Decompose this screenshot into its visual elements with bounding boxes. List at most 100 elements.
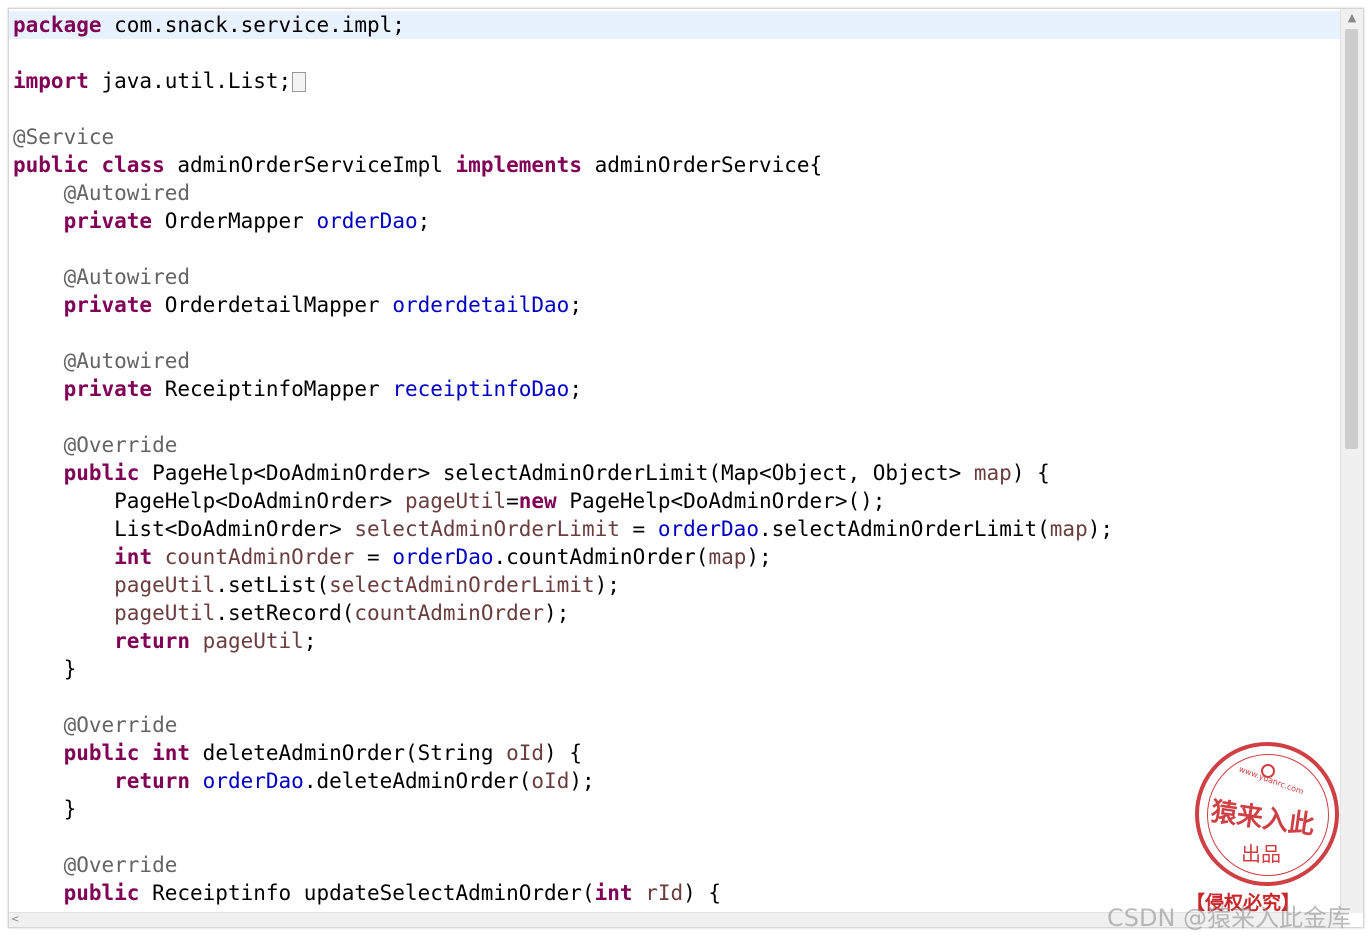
vertical-scrollbar-thumb[interactable]	[1345, 29, 1358, 449]
code-token: PageHelp<DoAdminOrder>	[13, 489, 405, 513]
code-line[interactable]	[9, 95, 1341, 123]
code-line[interactable]: PageHelp<DoAdminOrder> pageUtil=new Page…	[9, 487, 1341, 515]
code-token: pageUtil	[404, 489, 507, 513]
code-line[interactable]: @Autowired	[9, 347, 1341, 375]
folded-imports-marker-icon[interactable]	[292, 72, 307, 92]
code-token: orderDao	[657, 517, 759, 541]
code-token: int	[594, 881, 633, 905]
code-token: map	[1049, 517, 1088, 541]
code-token: );	[544, 601, 570, 625]
code-token: .deleteAdminOrder(	[303, 769, 532, 793]
code-line[interactable]: import java.util.List;	[9, 67, 1341, 95]
code-line[interactable]: }	[9, 795, 1341, 823]
code-line[interactable]	[9, 235, 1341, 263]
code-editor[interactable]: package com.snack.service.impl; import ja…	[9, 9, 1341, 913]
code-token: implements	[455, 153, 582, 177]
code-token: );	[746, 545, 772, 569]
code-token: .setList(	[215, 573, 330, 597]
vertical-scrollbar[interactable]: ▲	[1340, 9, 1363, 913]
code-line[interactable]	[9, 403, 1341, 431]
code-token: oId	[506, 741, 545, 765]
code-token: ) {	[544, 741, 582, 765]
code-token: countAdminOrder	[354, 601, 545, 625]
code-token: rId	[645, 881, 684, 905]
code-token: =	[619, 517, 658, 541]
code-line[interactable]: int countAdminOrder = orderDao.countAdmi…	[9, 543, 1341, 571]
code-line[interactable]: private OrderdetailMapper orderdetailDao…	[9, 291, 1341, 319]
code-token: public	[13, 153, 89, 177]
code-line[interactable]	[9, 39, 1341, 67]
csdn-watermark: CSDN @猿来入此金库	[1107, 904, 1352, 932]
code-line[interactable]: return orderDao.deleteAdminOrder(oId);	[9, 767, 1341, 795]
code-token: OrderdetailMapper	[152, 293, 393, 317]
code-line[interactable]: @Service	[9, 123, 1341, 151]
code-line[interactable]: public class adminOrderServiceImpl imple…	[9, 151, 1341, 179]
code-token: ;	[303, 629, 317, 653]
code-line[interactable]: pageUtil.setRecord(countAdminOrder);	[9, 599, 1341, 627]
scroll-up-arrow-icon[interactable]: ▲	[1341, 9, 1363, 27]
code-token: int	[152, 741, 191, 765]
code-token: }	[13, 657, 77, 681]
code-line[interactable]: package com.snack.service.impl;	[9, 11, 1341, 39]
code-token: int	[114, 545, 153, 569]
code-token: private	[63, 293, 153, 317]
code-token: java.util.List;	[88, 69, 292, 93]
code-token: ;	[417, 209, 431, 233]
code-editor-window: package com.snack.service.impl; import ja…	[8, 8, 1364, 928]
code-line[interactable]	[9, 683, 1341, 711]
code-token: public	[63, 881, 140, 905]
code-line[interactable]: return pageUtil;	[9, 627, 1341, 655]
code-token: deleteAdminOrder(String	[190, 741, 507, 765]
code-token: adminOrderService{	[581, 153, 823, 177]
code-token: .selectAdminOrderLimit(	[758, 517, 1050, 541]
code-token: pageUtil	[114, 601, 216, 625]
code-token: @Autowired	[63, 265, 191, 289]
code-line[interactable]	[9, 319, 1341, 347]
code-line[interactable]: @Override	[9, 431, 1341, 459]
code-line[interactable]: pageUtil.setList(selectAdminOrderLimit);	[9, 571, 1341, 599]
code-line[interactable]	[9, 823, 1341, 851]
code-line[interactable]: @Override	[9, 851, 1341, 879]
code-token: );	[594, 573, 620, 597]
code-token: @Autowired	[63, 349, 191, 373]
code-line[interactable]: public PageHelp<DoAdminOrder> selectAdmi…	[9, 459, 1341, 487]
code-line[interactable]: private ReceiptinfoMapper receiptinfoDao…	[9, 375, 1341, 403]
code-token: orderdetailDao	[392, 293, 570, 317]
code-token: .countAdminOrder(	[493, 545, 709, 569]
code-token: class	[101, 153, 165, 177]
code-token: @Override	[63, 713, 178, 737]
scroll-left-arrow-icon[interactable]: <	[11, 913, 19, 927]
code-token: private	[63, 209, 153, 233]
code-token: package	[13, 13, 102, 37]
code-line[interactable]: public int deleteAdminOrder(String oId) …	[9, 739, 1341, 767]
code-line[interactable]: @Autowired	[9, 263, 1341, 291]
code-token: selectAdminOrderLimit	[329, 573, 595, 597]
code-line[interactable]: @Autowired	[9, 179, 1341, 207]
code-token: orderDao	[316, 209, 418, 233]
code-token: map	[973, 461, 1012, 485]
code-token: new	[518, 489, 557, 513]
code-token: countAdminOrder	[164, 545, 355, 569]
code-line[interactable]: @Override	[9, 711, 1341, 739]
code-token: pageUtil	[202, 629, 304, 653]
code-line[interactable]: private OrderMapper orderDao;	[9, 207, 1341, 235]
code-token: adminOrderServiceImpl	[164, 153, 456, 177]
code-line[interactable]: List<DoAdminOrder> selectAdminOrderLimit…	[9, 515, 1341, 543]
code-token: @Autowired	[63, 181, 191, 205]
code-line[interactable]: }	[9, 655, 1341, 683]
code-token: import	[13, 69, 89, 93]
code-token: orderDao	[392, 545, 494, 569]
